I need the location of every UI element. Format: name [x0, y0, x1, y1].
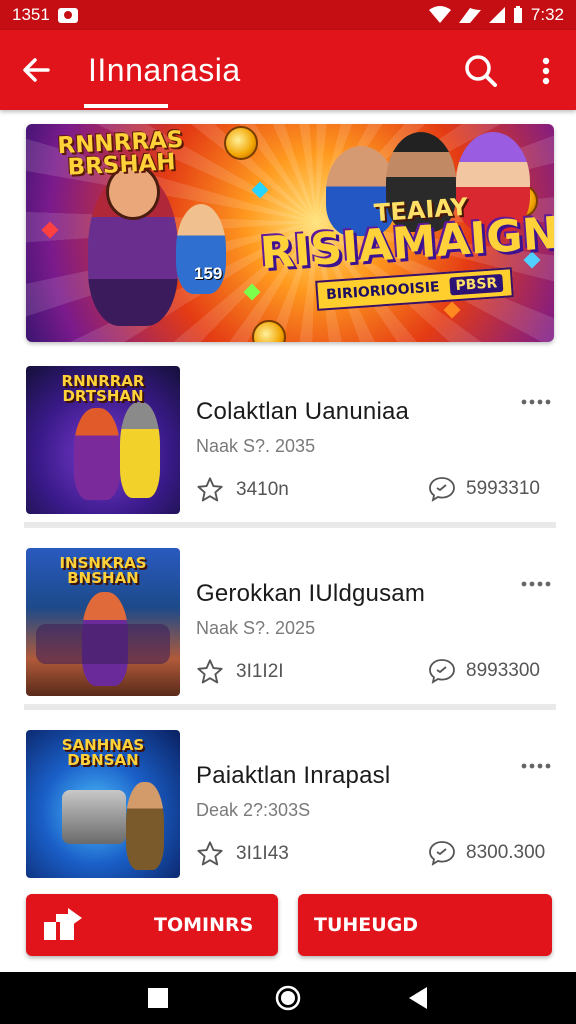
banner-ribbon-tag: PBSR	[448, 273, 504, 296]
wifi-icon	[428, 6, 451, 23]
status-bar: 1351 7:32	[0, 0, 576, 30]
comment-icon	[429, 659, 455, 684]
comments[interactable]: 8300.300	[428, 840, 545, 866]
thumbnail-title: INSNKRAS BNSHAN	[59, 554, 147, 587]
status-time: 7:32	[530, 5, 564, 24]
more-horiz-icon	[521, 763, 551, 769]
thumbnail-character	[74, 408, 120, 500]
comments-count: 8993300	[466, 660, 540, 681]
thumbnail-character	[120, 402, 160, 498]
cellular-icon	[488, 7, 505, 23]
arrow-left-icon	[23, 58, 50, 82]
rating-value: 3410n	[236, 479, 289, 500]
recents-button[interactable]	[144, 984, 172, 1012]
star-icon	[197, 477, 223, 502]
list-item[interactable]: RNNRRAR DRTSHAN Colaktlan Uanuniaa Naak …	[24, 354, 556, 528]
signal-icon	[458, 8, 481, 23]
share-box-icon	[44, 908, 82, 940]
list-item-title: Paiaktlan Inrapasl	[196, 762, 391, 789]
thumbnail-machine	[62, 790, 126, 844]
more-horiz-icon	[521, 581, 551, 587]
comments-count: 8300.300	[466, 842, 546, 863]
list-item-title: Colaktlan Uanuniaa	[196, 398, 410, 425]
primary-action-button[interactable]: TOMINRS	[26, 894, 278, 956]
overflow-menu-button[interactable]	[530, 50, 562, 92]
home-button[interactable]	[274, 984, 302, 1012]
list-item[interactable]: INSNKRAS BNSHAN Gerokkan IUldgusam Naak …	[24, 536, 556, 710]
back-nav-button[interactable]	[404, 984, 432, 1012]
list-item-date: Naak S?. 2035	[196, 436, 316, 456]
rating-value: 3I1I43	[236, 843, 289, 864]
more-vert-icon	[542, 57, 550, 85]
thumbnail-title: SANHNAS DBNSAN	[61, 736, 145, 769]
comment-icon	[429, 841, 455, 866]
square-icon	[148, 988, 168, 1008]
back-button[interactable]	[16, 50, 56, 90]
camera-notification-icon	[57, 7, 78, 23]
tab-indicator	[84, 104, 168, 108]
list-item[interactable]: SANHNAS DBNSAN Paiaktlan Inrapasl Deak 2…	[24, 718, 556, 878]
comment-icon	[429, 477, 455, 502]
list-item-date: Deak 2?:303S	[196, 800, 311, 820]
rating[interactable]: 3I1I43	[196, 840, 289, 868]
status-left: 1351	[12, 5, 78, 25]
comments-count: 5993310	[466, 478, 540, 499]
rating-value: 3I1I2I	[236, 661, 284, 682]
list-item-thumbnail[interactable]: INSNKRAS BNSHAN	[26, 548, 180, 696]
more-horiz-icon	[521, 399, 551, 405]
thumbnail-crowd	[36, 624, 170, 664]
star-icon	[197, 659, 223, 684]
comments[interactable]: 5993310	[428, 476, 540, 502]
item-menu-button[interactable]	[518, 756, 554, 776]
list-item-thumbnail[interactable]: RNNRRAR DRTSHAN	[26, 366, 180, 514]
list-item-date: Naak S?. 2025	[196, 618, 316, 638]
app-bar: IInnanasia	[0, 30, 576, 110]
featured-banner[interactable]: RNNRRAS BRSHAH 159 TEAIAY RISIAMAIGN BIR…	[26, 124, 554, 342]
circle-icon	[275, 985, 301, 1011]
rating[interactable]: 3410n	[196, 476, 289, 504]
triangle-back-icon	[409, 987, 427, 1009]
page-title: IInnanasia	[88, 52, 241, 88]
search-button[interactable]	[460, 50, 502, 92]
secondary-action-label: TUHEUGD	[314, 914, 419, 936]
banner-logo: RNNRRAS BRSHAH	[57, 127, 185, 181]
list-item-title: Gerokkan IUldgusam	[196, 580, 426, 607]
item-menu-button[interactable]	[518, 392, 554, 412]
system-navigation-bar	[0, 972, 576, 1024]
star-icon	[197, 841, 223, 866]
rating[interactable]: 3I1I2I	[196, 658, 284, 686]
search-icon	[465, 55, 497, 87]
comments[interactable]: 8993300	[428, 658, 540, 684]
thumbnail-character	[126, 782, 164, 870]
list-item-thumbnail[interactable]: SANHNAS DBNSAN	[26, 730, 180, 878]
banner-logo-line2: BRSHAH	[66, 149, 177, 181]
item-menu-button[interactable]	[518, 574, 554, 594]
banner-side-number: 159	[194, 264, 223, 283]
secondary-action-button[interactable]: TUHEUGD	[298, 894, 552, 956]
status-left-text: 1351	[12, 5, 50, 24]
coin-icon	[224, 126, 258, 160]
battery-icon	[513, 6, 522, 23]
banner-ribbon-text: BIRIORIOOISIE	[325, 279, 441, 304]
thumbnail-title: RNNRRAR DRTSHAN	[61, 372, 145, 405]
primary-action-label: TOMINRS	[154, 914, 254, 936]
status-right: 7:32	[428, 5, 564, 25]
